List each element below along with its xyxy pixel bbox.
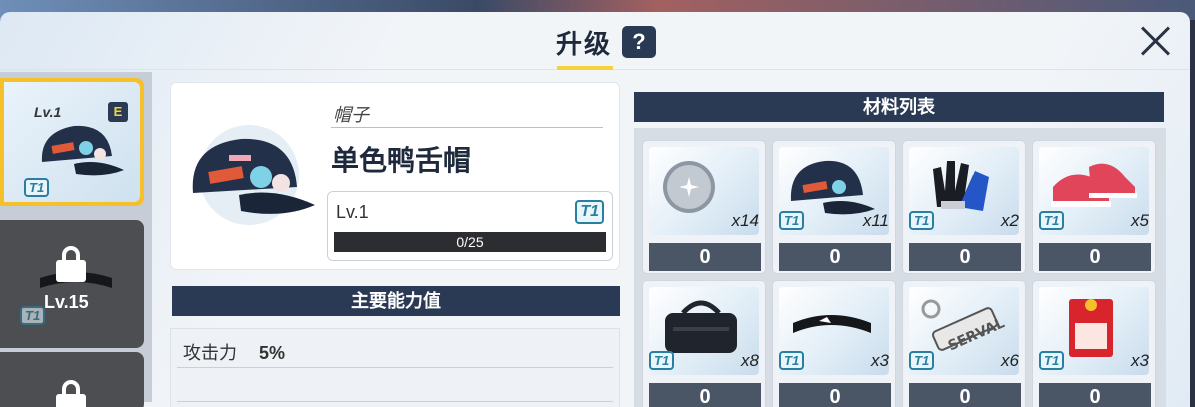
material-count: x11 [862,211,889,230]
divider [177,367,613,368]
unlock-level: Lv.15 [44,292,89,312]
tier-badge: T1 [779,351,805,370]
material-use-value: 0 [909,383,1021,407]
material-slot[interactable]: T1 x5 0 [1032,140,1156,274]
page-title: 升级 [556,29,613,59]
tier-badge: T1 [1039,351,1065,370]
tier-badge: T1 [909,351,935,370]
level-box: Lv.1 T1 0/25 [327,191,613,261]
lock-icon [56,380,86,407]
tier-badge: T1 [20,306,46,325]
stat-value: 5% [259,343,286,363]
cap-icon [192,125,315,225]
material-slot[interactable]: x14 0 [642,140,766,274]
stat-label: 攻击力 [183,343,237,363]
item-card: 帽子 单色鸭舌帽 Lv.1 T1 0/25 [170,82,620,270]
material-use-value: 0 [1039,243,1151,271]
tier-badge: T1 [649,351,675,370]
item-category: 帽子 [333,105,369,125]
material-count: x8 [741,351,759,370]
sidebar-item-locked[interactable]: Lv.15 T1 [0,220,144,348]
material-slot[interactable]: SERVAL T1 x6 0 [902,280,1026,407]
material-use-value: 0 [649,243,761,271]
material-count: x6 [1001,351,1019,370]
stat-row: 攻击力 5% [183,339,285,365]
item-name: 单色鸭舌帽 [331,145,472,176]
material-use-value: 0 [909,243,1021,271]
tier-badge: T1 [909,211,935,230]
materials-heading: 材料列表 [634,92,1164,122]
material-count: x5 [1131,211,1149,230]
title-underline [557,66,613,70]
divider [177,401,613,402]
close-icon[interactable] [1138,24,1172,58]
material-use-value: 0 [1039,383,1151,407]
header: 升级 ? [0,12,1190,70]
sidebar-item-locked-2[interactable] [0,352,144,407]
tier-badge: T1 [24,178,50,197]
material-use-value: 0 [779,383,891,407]
material-use-value: 0 [649,383,761,407]
material-count: x14 [731,211,759,230]
tier-badge: T1 [779,211,805,230]
stats-panel: 攻击力 5% [170,328,620,407]
material-count: x2 [1001,211,1019,230]
item-level: Lv.1 [336,202,369,222]
tier-badge: T1 [1039,211,1065,230]
tier-badge: T1 [575,200,604,224]
material-slot[interactable]: T1 x3 0 [1032,280,1156,407]
exp-bar: 0/25 [334,232,606,252]
exp-text: 0/25 [456,234,484,250]
sidebar-item-cap[interactable]: Lv.1 E T1 [0,78,144,206]
material-use-value: 0 [779,243,891,271]
lock-icon [56,246,86,282]
material-count: x3 [1131,351,1149,370]
cap-icon [41,125,124,176]
stats-heading: 主要能力值 [172,286,620,316]
material-slot[interactable]: T1 x8 0 [642,280,766,407]
material-count: x3 [871,351,889,370]
material-slot[interactable]: T1 x2 0 [902,140,1026,274]
material-slot[interactable]: T1 x11 0 [772,140,896,274]
divider [331,127,603,128]
material-slot[interactable]: T1 x3 0 [772,280,896,407]
help-button[interactable]: ? [622,26,656,58]
